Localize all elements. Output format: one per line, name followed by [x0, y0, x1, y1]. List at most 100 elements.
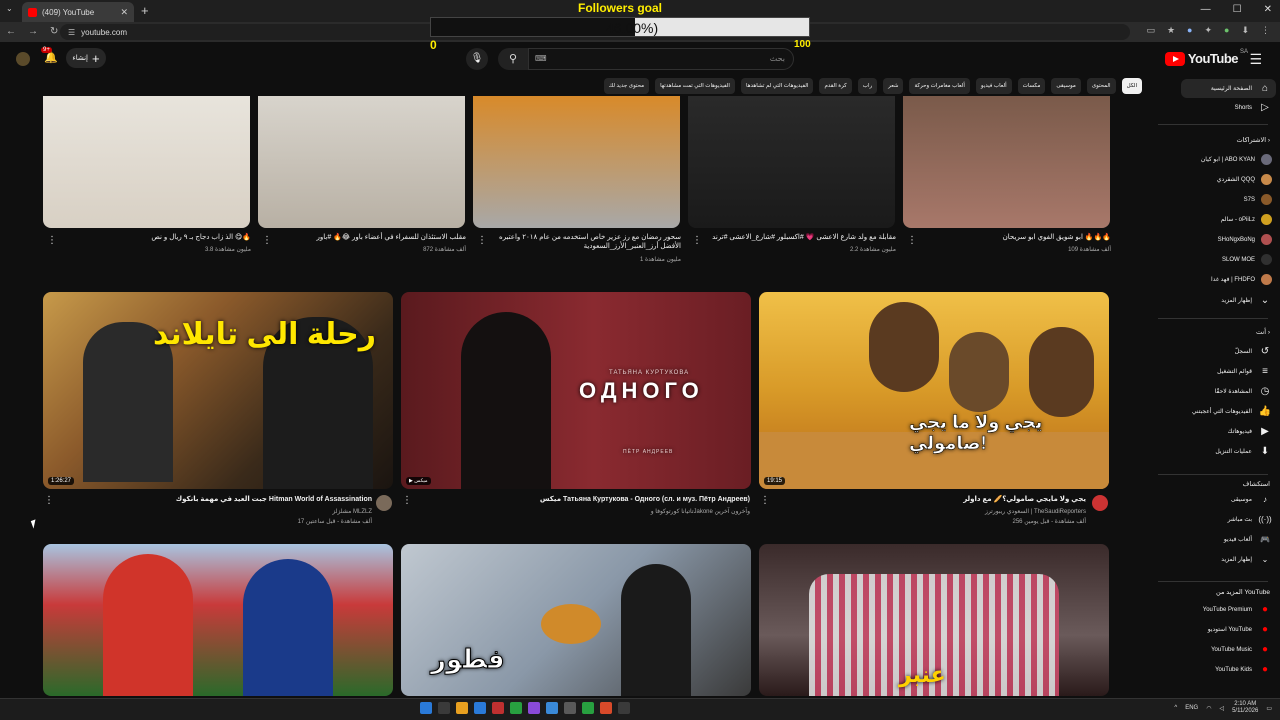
filter-chip[interactable]: شعر — [883, 78, 904, 94]
taskbar-app-icon[interactable] — [546, 702, 558, 714]
sidebar-subscription[interactable]: S7S — [1244, 194, 1272, 205]
you-heading[interactable]: أنت › — [1256, 328, 1270, 336]
filter-chip[interactable]: ألعاب فيديو — [975, 78, 1012, 94]
video-title[interactable]: الذ زاب دجاج بـ ٩ ريال و نص 😋🔥 — [57, 233, 251, 242]
video-thumbnail[interactable] — [473, 96, 680, 228]
keyboard-icon[interactable]: ⌨ — [535, 54, 547, 63]
sidebar-item-you[interactable]: السجلّ ↺ — [1235, 346, 1272, 357]
video-title[interactable]: جبت العيد في مهمة بانكوك Hitman World of… — [100, 495, 372, 504]
video-thumbnail[interactable] — [43, 96, 250, 228]
video-thumbnail[interactable] — [688, 96, 895, 228]
filter-chip[interactable]: مكسات — [1017, 78, 1046, 94]
more-actions-icon[interactable]: ⋮ — [402, 495, 412, 506]
filter-chip[interactable]: محتوى جديد لك — [603, 78, 650, 94]
video-thumbnail[interactable]: عنبر — [759, 544, 1109, 696]
sidebar-subscription[interactable]: سالم - oPiiLz — [1221, 214, 1272, 225]
taskbar-app-icon[interactable] — [438, 702, 450, 714]
video-title[interactable]: ابو شويق الفوي ابو سريحان 🔥🔥🔥 — [917, 233, 1111, 242]
wifi-icon[interactable]: ◠ — [1206, 705, 1211, 712]
taskbar-app-icon[interactable] — [420, 702, 432, 714]
video-thumbnail[interactable] — [903, 96, 1110, 228]
taskbar-app-icon[interactable] — [618, 702, 630, 714]
more-actions-icon[interactable]: ⋮ — [44, 495, 54, 506]
sidebar-item-more[interactable]: YouTube Kids ● — [1215, 664, 1272, 675]
voice-search-button[interactable]: 🎙 — [466, 48, 488, 70]
filter-chip[interactable]: ألعاب مغامرات وحركة — [909, 78, 970, 94]
search-button[interactable]: ⚲ — [498, 48, 528, 70]
video-thumbnail[interactable] — [43, 544, 393, 696]
video-thumbnail[interactable]: ТАТЬЯНА КУРТУКОВА ОДНОГО ПЁТР АНДРЕЕВ ▶ … — [401, 292, 751, 489]
taskbar-app-icon[interactable] — [528, 702, 540, 714]
menu-dots-icon[interactable]: ⋮ — [1261, 25, 1270, 36]
taskbar-app-icon[interactable] — [474, 702, 486, 714]
filter-chip[interactable]: الفيديوهات التي تمت مشاهدتها — [655, 78, 735, 94]
sidebar-item-you[interactable]: المشاهدة لاحقًا ◷ — [1215, 386, 1272, 397]
sidebar-item-explore[interactable]: إظهار المزيد ⌄ — [1221, 555, 1272, 564]
clock[interactable]: 2:10 AM 5/11/2026 — [1232, 701, 1258, 715]
video-thumbnail[interactable]: فطور — [401, 544, 751, 696]
site-info-icon[interactable]: ☰ — [68, 28, 75, 37]
window-close-icon[interactable]: ✕ — [1264, 4, 1272, 15]
sidebar-item-shorts[interactable]: Shorts ▷ — [1235, 102, 1272, 113]
more-actions-icon[interactable]: ⋮ — [477, 235, 487, 246]
volume-icon[interactable]: ◁ — [1219, 705, 1224, 712]
sidebar-subscription[interactable]: الشقردي QQQ — [1217, 174, 1272, 185]
video-title[interactable]: مقابلة مع ولد شارع الاعشى 💗 #اكسبلور #شا… — [702, 233, 896, 242]
sidebar-subscription[interactable]: SHoNgxBoNg — [1218, 234, 1272, 245]
video-title[interactable]: سحور رمضان مع رز عزير خاص استخدمه من عام… — [487, 233, 681, 251]
more-actions-icon[interactable]: ⋮ — [907, 235, 917, 246]
sidebar-item-explore[interactable]: ألعاب فيديو 🎮 — [1224, 535, 1272, 544]
youtube-logo[interactable]: YouTube SA — [1164, 49, 1248, 66]
video-thumbnail[interactable] — [258, 96, 465, 228]
filter-chip[interactable]: راب — [857, 78, 878, 94]
video-title[interactable]: مقلب الاستئذان للسفراء في أعضاء باور 😂🔥 … — [272, 233, 467, 242]
forward-icon[interactable]: → — [28, 26, 38, 37]
cast-icon[interactable]: ▭ — [1146, 25, 1155, 36]
sidebar-item-explore[interactable]: موسيقى ♪ — [1231, 495, 1272, 504]
sidebar-item-explore[interactable]: بث مباشر ((·)) — [1228, 515, 1272, 524]
sidebar-item-you[interactable]: عمليات التنزيل ⬇ — [1215, 446, 1272, 457]
subscriptions-heading[interactable]: الاشتراكات › — [1237, 136, 1271, 144]
more-actions-icon[interactable]: ⋮ — [262, 235, 272, 246]
tray-arrow-icon[interactable]: ^ — [1174, 705, 1177, 711]
browser-tab[interactable]: (409) YouTube ✕ — [22, 2, 134, 22]
channel-name[interactable]: السعودي ريبورترز | TheSaudiReporters — [780, 508, 1086, 515]
tab-search-icon[interactable]: ⌄ — [6, 4, 13, 13]
subs-show-more[interactable]: إظهار المزيد ⌄ — [1221, 295, 1272, 306]
sidebar-item-you[interactable]: قوائم التشغيل ≡ — [1217, 366, 1272, 377]
sidebar-item-more[interactable]: YouTube Music ● — [1211, 644, 1272, 655]
minimize-icon[interactable]: — — [1201, 4, 1211, 15]
video-title[interactable]: ميكس Татьяна Куртукова - Одного (сл. и м… — [430, 495, 750, 504]
sidebar-item-more[interactable]: استوديو YouTube ● — [1208, 624, 1272, 635]
bookmark-star-icon[interactable]: ★ — [1167, 25, 1175, 36]
sidebar-item-more[interactable]: YouTube Premium ● — [1203, 604, 1272, 615]
video-title[interactable]: يجي ولا مايجي صامولي؟🥖 مع داولر — [780, 495, 1086, 504]
search-input[interactable]: بحث ⌨ — [528, 48, 794, 70]
channel-name[interactable]: مشلزلز MLZLZ — [100, 508, 372, 515]
sidebar-subscription[interactable]: فهد غدا | FHDFO — [1211, 274, 1272, 285]
guide-menu-icon[interactable]: ☰ — [1249, 51, 1262, 68]
profile-icon[interactable]: ● — [1224, 25, 1229, 36]
taskbar-app-icon[interactable] — [492, 702, 504, 714]
new-tab-icon[interactable]: + — [141, 3, 149, 18]
sidebar-item-you[interactable]: فيديوهاتك ▶ — [1228, 426, 1272, 437]
tab-close-icon[interactable]: ✕ — [120, 7, 128, 18]
taskbar-app-icon[interactable] — [600, 702, 612, 714]
channel-name[interactable]: تاتيانا كورتوكوفا وJakone وآخرون آخرين — [430, 508, 750, 515]
download-icon[interactable]: ⬇ — [1241, 25, 1249, 36]
video-thumbnail[interactable]: يجي ولا ما يجي صامولي! 19:15 — [759, 292, 1109, 489]
sidebar-item-you[interactable]: الفيديوهات التي أعجبتني 👍 — [1192, 406, 1272, 417]
filter-chip[interactable]: المحتوى — [1086, 78, 1116, 94]
sidebar-subscription[interactable]: SLOW MOE — [1222, 254, 1272, 265]
more-actions-icon[interactable]: ⋮ — [760, 495, 770, 506]
channel-avatar[interactable] — [376, 495, 392, 511]
extension-icon[interactable]: ● — [1187, 25, 1192, 36]
more-actions-icon[interactable]: ⋮ — [692, 235, 702, 246]
reload-icon[interactable]: ↻ — [50, 26, 58, 37]
taskbar-app-icon[interactable] — [582, 702, 594, 714]
taskbar-app-icon[interactable] — [456, 702, 468, 714]
video-thumbnail[interactable]: رحلة الى تايلاند 1:26:27 — [43, 292, 393, 489]
filter-chip[interactable]: كرة القدم — [819, 78, 852, 94]
sidebar-subscription[interactable]: ابو كيان | ABO KYAN — [1201, 154, 1272, 165]
notification-center-icon[interactable]: ▭ — [1266, 705, 1272, 712]
